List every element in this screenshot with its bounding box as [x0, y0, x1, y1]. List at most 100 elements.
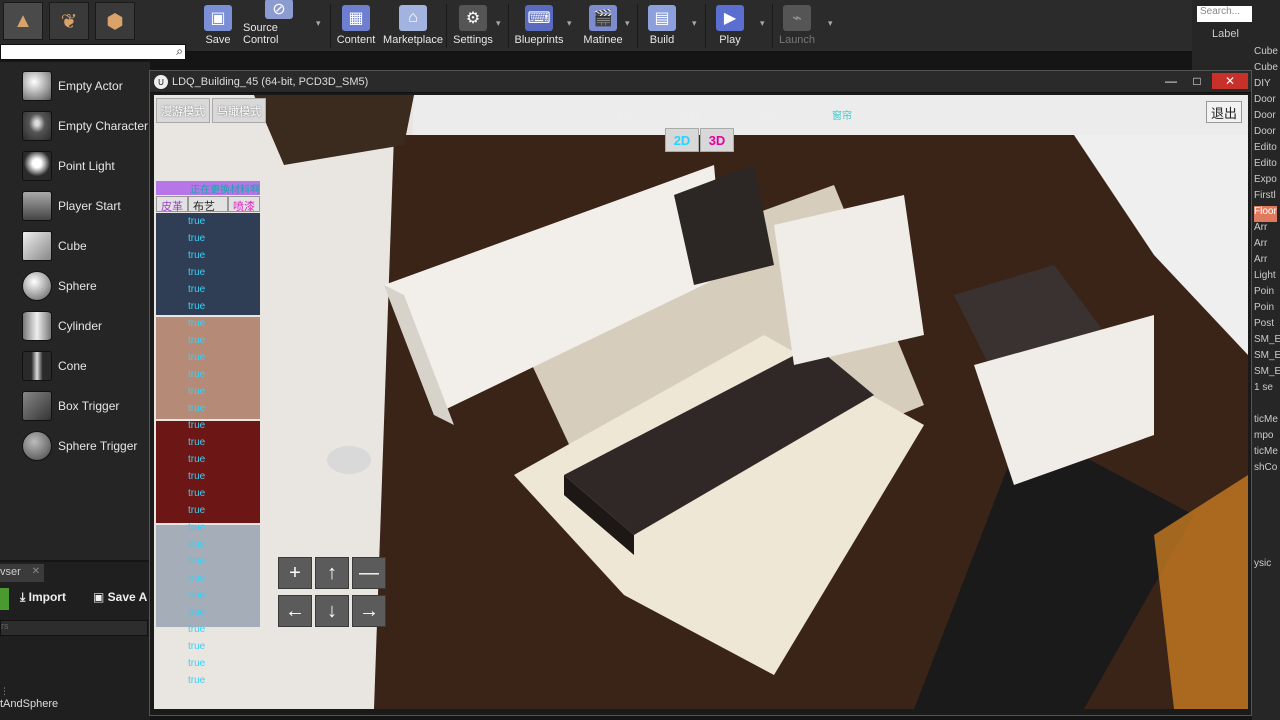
- outliner-row[interactable]: SM_E: [1254, 334, 1280, 350]
- outliner-row[interactable]: Expo: [1254, 174, 1277, 190]
- overlay-curtain[interactable]: 窗帘: [832, 107, 852, 122]
- outliner-row[interactable]: Arr: [1254, 222, 1267, 238]
- source-control-icon: ⊘: [265, 0, 293, 19]
- true-value: true: [188, 471, 206, 482]
- exit-button[interactable]: 退出: [1206, 101, 1242, 123]
- overlay-fabric[interactable]: 布艺: [760, 107, 780, 122]
- settings-caret-icon[interactable]: ▾: [496, 18, 501, 29]
- move-left-button[interactable]: ←: [278, 595, 312, 627]
- place-item-player-start[interactable]: Player Start: [0, 188, 150, 224]
- build-button[interactable]: ▤ Build: [646, 0, 678, 50]
- settings-button[interactable]: ⚙ Settings: [453, 0, 493, 50]
- play-caret-icon[interactable]: ▾: [760, 18, 765, 29]
- outliner-row[interactable]: Cube: [1254, 62, 1278, 78]
- tab-fabric[interactable]: 布艺: [188, 196, 228, 213]
- import-button[interactable]: ⤓ Import: [20, 590, 66, 605]
- outliner-row[interactable]: Firstl: [1254, 190, 1276, 206]
- move-right-button[interactable]: →: [352, 595, 386, 627]
- outliner-row[interactable]: Floor: [1254, 206, 1277, 222]
- outliner-row[interactable]: Door: [1254, 110, 1276, 126]
- outliner-row[interactable]: SM_E: [1254, 350, 1280, 366]
- place-item-empty-character[interactable]: Empty Character: [0, 108, 150, 144]
- place-item-empty-actor[interactable]: Empty Actor: [0, 68, 150, 104]
- content-icon: ▦: [342, 5, 370, 31]
- matinee-button[interactable]: 🎬 Matinee: [582, 0, 624, 50]
- outliner-row[interactable]: Door: [1254, 126, 1276, 142]
- asset-item[interactable]: tAndSphere: [0, 698, 58, 710]
- placement-mode-icon[interactable]: ▲: [3, 2, 43, 40]
- marketplace-button[interactable]: ⌂ Marketplace: [383, 0, 443, 50]
- outliner-row[interactable]: SM_E: [1254, 366, 1280, 382]
- landscape-mode-icon[interactable]: ⬢: [95, 2, 135, 40]
- zoom-out-button[interactable]: —: [352, 557, 386, 589]
- outliner-row[interactable]: 1 se: [1254, 382, 1273, 398]
- outliner-row[interactable]: Arr: [1254, 254, 1267, 270]
- blueprints-button[interactable]: ⌨ Blueprints: [514, 0, 564, 50]
- paint-mode-icon[interactable]: ❦: [49, 2, 89, 40]
- maximize-button[interactable]: □: [1184, 73, 1210, 89]
- source-control-button[interactable]: ⊘ Source Control: [243, 0, 315, 50]
- place-item-cube[interactable]: Cube: [0, 228, 150, 264]
- launch-caret-icon[interactable]: ▾: [828, 18, 833, 29]
- window-titlebar[interactable]: U LDQ_Building_45 (64-bit, PCD3D_SM5) — …: [150, 71, 1251, 93]
- content-button[interactable]: ▦ Content: [336, 0, 376, 50]
- view-3d-button[interactable]: 3D: [700, 128, 734, 152]
- walkthrough-mode-button[interactable]: 漫游模式: [156, 98, 210, 123]
- place-item-cylinder[interactable]: Cylinder: [0, 308, 150, 344]
- tab-leather[interactable]: 皮革: [156, 196, 188, 213]
- outliner-row[interactable]: Poin: [1254, 286, 1274, 302]
- outliner-row[interactable]: Edito: [1254, 158, 1277, 174]
- view-2d-button[interactable]: 2D: [665, 128, 699, 152]
- modes-search-input[interactable]: ⌕: [0, 44, 186, 60]
- source-control-caret-icon[interactable]: ▾: [316, 18, 321, 29]
- unreal-logo-icon: U: [154, 75, 168, 89]
- minimize-button[interactable]: —: [1158, 73, 1184, 89]
- true-value: true: [188, 488, 206, 499]
- move-up-button[interactable]: ↑: [315, 557, 349, 589]
- content-filter-input[interactable]: rs: [0, 620, 148, 636]
- overlay-floor[interactable]: 地板: [614, 107, 634, 122]
- outliner-row[interactable]: ticMe: [1254, 446, 1278, 462]
- outliner-row[interactable]: Arr: [1254, 238, 1267, 254]
- save-button[interactable]: ▣ Save: [202, 0, 234, 50]
- outliner-row[interactable]: Post: [1254, 318, 1274, 334]
- outliner-row[interactable]: mpo: [1254, 430, 1273, 446]
- save-label: Save: [205, 34, 231, 46]
- close-icon[interactable]: ✕: [32, 566, 40, 577]
- tab-paint[interactable]: 喷漆: [228, 196, 260, 213]
- place-item-sphere-trigger[interactable]: Sphere Trigger: [0, 428, 150, 464]
- close-button[interactable]: ✕: [1212, 73, 1248, 89]
- outliner-row[interactable]: Door: [1254, 94, 1276, 110]
- play-button[interactable]: ▶ Play: [712, 0, 748, 50]
- true-value: true: [188, 352, 206, 363]
- content-browser-tab[interactable]: vser ✕: [0, 564, 44, 582]
- overlay-wallpaper[interactable]: 墙纸: [679, 107, 699, 122]
- launch-button[interactable]: ⌁ Launch: [778, 0, 816, 50]
- place-item-cone[interactable]: Cone: [0, 348, 150, 384]
- outliner-row[interactable]: Light: [1254, 270, 1276, 286]
- zoom-in-button[interactable]: +: [278, 557, 312, 589]
- place-item-point-light[interactable]: Point Light: [0, 148, 150, 184]
- outliner-row[interactable]: Poin: [1254, 302, 1274, 318]
- blueprints-caret-icon[interactable]: ▾: [567, 18, 572, 29]
- outliner-row[interactable]: Edito: [1254, 142, 1277, 158]
- outliner-row[interactable]: ticMe: [1254, 414, 1278, 430]
- place-item-box-trigger[interactable]: Box Trigger: [0, 388, 150, 424]
- outliner-row[interactable]: DIY: [1254, 78, 1271, 94]
- outliner-row[interactable]: ysic: [1254, 558, 1271, 574]
- outliner-search-input[interactable]: Search...: [1197, 6, 1257, 22]
- outliner-row[interactable]: Cube: [1254, 46, 1278, 62]
- outliner-row[interactable]: shCo: [1254, 462, 1277, 478]
- add-new-button[interactable]: [0, 588, 9, 610]
- move-down-button[interactable]: ↓: [315, 595, 349, 627]
- matinee-icon: 🎬: [589, 5, 617, 31]
- place-item-sphere[interactable]: Sphere: [0, 268, 150, 304]
- matinee-caret-icon[interactable]: ▾: [625, 18, 630, 29]
- true-value: true: [188, 267, 206, 278]
- save-all-icon: ▣: [93, 590, 108, 604]
- save-all-button[interactable]: ▣ Save A: [93, 590, 150, 604]
- aerial-mode-button[interactable]: 鸟瞰模式: [212, 98, 266, 123]
- build-caret-icon[interactable]: ▾: [692, 18, 697, 29]
- room-viewport[interactable]: 漫游模式 鸟瞰模式 地板 墙纸 布艺 窗帘 2D 3D 退出 正在更换材料啊啊啊…: [154, 95, 1248, 709]
- source-control-label: Source Control: [243, 22, 279, 46]
